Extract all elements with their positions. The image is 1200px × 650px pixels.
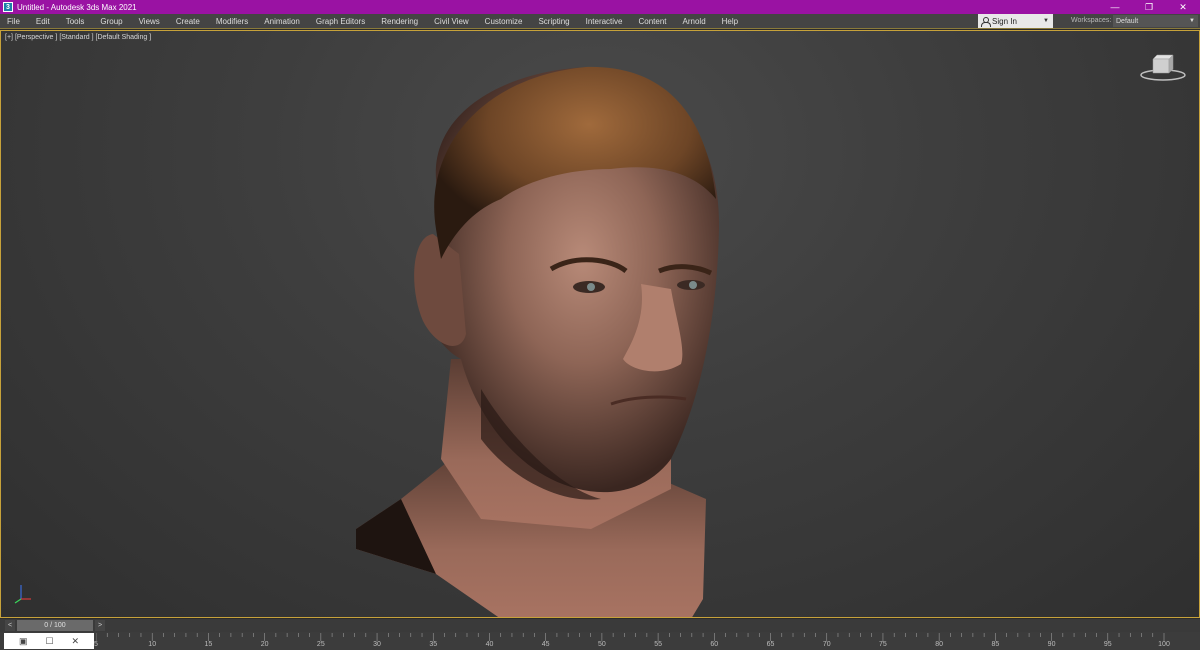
menu-help[interactable]: Help bbox=[714, 17, 746, 26]
viewport-menu-plus[interactable]: [+] bbox=[5, 34, 13, 41]
ruler-tick-label: 25 bbox=[316, 641, 325, 648]
timeline-ruler[interactable]: 5 10 15 20 25 30 35 40 45 50 55 60 65 70 75 80 85 90 95 100 bbox=[94, 632, 1200, 650]
menu-graph-editors[interactable]: Graph Editors bbox=[308, 17, 373, 26]
menu-customize[interactable]: Customize bbox=[477, 17, 531, 26]
menu-modifiers[interactable]: Modifiers bbox=[208, 17, 256, 26]
menu-civil-view[interactable]: Civil View bbox=[426, 17, 477, 26]
ruler-tick-label: 55 bbox=[654, 641, 662, 648]
ruler-tick-label: 80 bbox=[935, 641, 944, 648]
title-bar: 3 Untitled - Autodesk 3ds Max 2021 — ❐ ✕ bbox=[0, 0, 1200, 14]
ruler-tick-label: 30 bbox=[373, 641, 381, 648]
ruler-tick-label: 15 bbox=[204, 641, 213, 648]
previous-frame-button[interactable]: < bbox=[5, 620, 15, 631]
ruler-tick-label: 40 bbox=[485, 641, 494, 648]
ruler-tick-label: 5 bbox=[94, 641, 98, 648]
ruler-tick-label: 95 bbox=[1103, 641, 1112, 648]
workspaces-label: Workspaces: bbox=[1071, 17, 1112, 24]
sign-in-dropdown[interactable]: Sign In ▼ bbox=[978, 14, 1053, 28]
ruler-tick-label: 90 bbox=[1047, 641, 1056, 648]
perspective-viewport[interactable]: [+] [Perspective ] [Standard ] [Default … bbox=[0, 30, 1200, 618]
workspace-select[interactable]: Default ▼ bbox=[1113, 15, 1198, 27]
time-slider[interactable]: 0 / 100 bbox=[17, 620, 93, 631]
axis-tripod-icon bbox=[14, 585, 31, 604]
ruler-tick-label: 85 bbox=[991, 641, 1000, 648]
mini-window: ▣ ☐ ✕ bbox=[4, 633, 94, 649]
menu-edit[interactable]: Edit bbox=[28, 17, 58, 26]
close-icon[interactable]: ✕ bbox=[71, 636, 79, 647]
track-bar: ▣ ☐ ✕ 5 10 15 20 25 30 35 40 45 50 55 60 65 70 75 80 85 9… bbox=[0, 632, 1200, 650]
ruler-tick-label: 35 bbox=[429, 641, 438, 648]
menu-interactive[interactable]: Interactive bbox=[578, 17, 631, 26]
menu-file[interactable]: File bbox=[0, 17, 28, 26]
chevron-down-icon: ▼ bbox=[1189, 18, 1195, 24]
menu-content[interactable]: Content bbox=[631, 17, 675, 26]
close-button[interactable]: ✕ bbox=[1166, 0, 1200, 14]
menu-rendering[interactable]: Rendering bbox=[373, 17, 426, 26]
window-title: Untitled - Autodesk 3ds Max 2021 bbox=[17, 2, 137, 12]
app-logo-icon: 3 bbox=[3, 2, 13, 12]
ruler-tick-label: 10 bbox=[148, 641, 157, 648]
restore-button[interactable]: ❐ bbox=[1132, 0, 1166, 14]
next-frame-button[interactable]: > bbox=[95, 620, 105, 631]
menu-group[interactable]: Group bbox=[92, 17, 130, 26]
ruler-tick-label: 50 bbox=[597, 641, 606, 648]
ruler-tick-label: 60 bbox=[710, 641, 719, 648]
minimize-button[interactable]: — bbox=[1098, 0, 1132, 14]
window-restore-icon[interactable]: ☐ bbox=[45, 636, 53, 647]
ruler-tick-label: 45 bbox=[541, 641, 550, 648]
head-model[interactable] bbox=[341, 59, 741, 618]
viewport-mode-label[interactable]: [Standard ] bbox=[59, 34, 93, 41]
sign-in-label: Sign In bbox=[992, 16, 1017, 26]
menu-arnold[interactable]: Arnold bbox=[675, 17, 714, 26]
viewport-shading-label[interactable]: [Default Shading ] bbox=[96, 34, 152, 41]
ruler-tick-label: 100 bbox=[1158, 641, 1170, 648]
viewcube-icon[interactable] bbox=[1139, 51, 1187, 83]
ruler-tick-label: 20 bbox=[260, 641, 269, 648]
ruler-tick-label: 70 bbox=[822, 641, 831, 648]
menu-create[interactable]: Create bbox=[168, 17, 208, 26]
viewport-label: [+] [Perspective ] [Standard ] [Default … bbox=[5, 34, 151, 41]
window-controls: — ❐ ✕ bbox=[1098, 0, 1200, 14]
menu-scripting[interactable]: Scripting bbox=[530, 17, 577, 26]
workspace-value: Default bbox=[1116, 17, 1139, 25]
chevron-down-icon: ▼ bbox=[1043, 18, 1049, 24]
menu-animation[interactable]: Animation bbox=[256, 17, 308, 26]
time-slider-bar: < 0 / 100 > bbox=[0, 619, 1200, 632]
menu-bar: File Edit Tools Group Views Create Modif… bbox=[0, 14, 1200, 29]
ruler-tick-label: 65 bbox=[766, 641, 775, 648]
menu-views[interactable]: Views bbox=[131, 17, 168, 26]
user-icon bbox=[981, 16, 991, 27]
ruler-tick-label: 75 bbox=[879, 641, 887, 648]
viewport-view-label[interactable]: [Perspective ] bbox=[15, 34, 57, 41]
menu-tools[interactable]: Tools bbox=[58, 17, 93, 26]
maximize-viewport-icon[interactable]: ▣ bbox=[19, 636, 28, 647]
